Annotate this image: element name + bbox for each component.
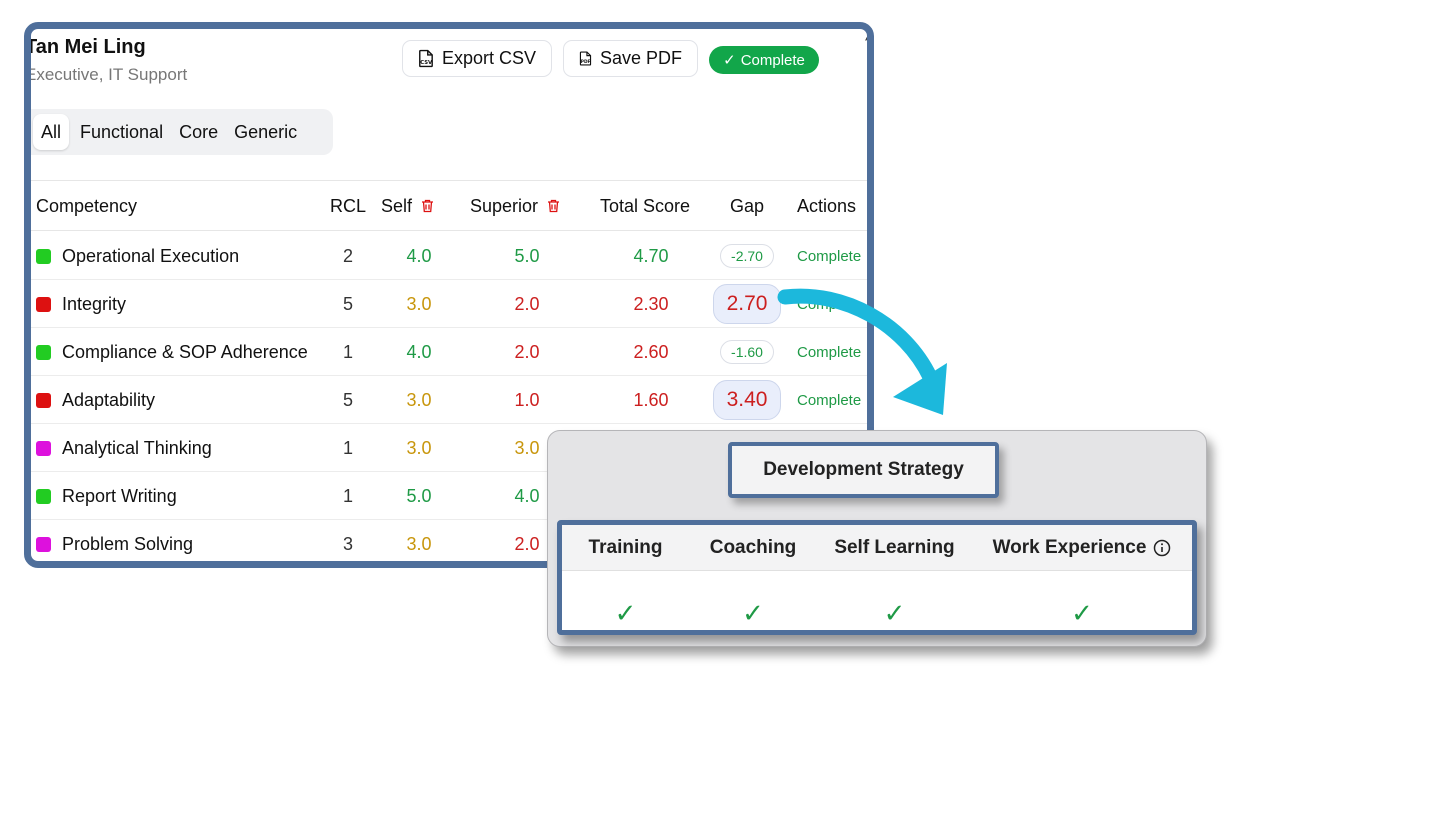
category-dot [36,393,51,408]
check-icon: ✓ [723,52,736,69]
col-superior: Superior [470,181,560,231]
action-status[interactable]: Complete [797,232,867,280]
col-self-label: Self [381,195,413,216]
self-score: 3.0 [406,389,432,410]
gap-badge: 2.70 [712,284,782,324]
self-score: 4.0 [406,245,432,266]
category-dot [36,297,51,312]
competency-name: Adaptability [62,389,156,410]
curved-arrow-icon [777,288,947,415]
self-learning-check[interactable]: ✓ [817,593,972,633]
table-row[interactable]: Integrity 5 3.0 2.0 2.30 2.70 Complete [31,280,867,328]
strategy-header: Training Coaching Self Learning Work Exp… [562,525,1192,571]
csv-file-icon: CSV [419,49,433,68]
category-dot [36,441,51,456]
competency-name: Report Writing [62,485,177,506]
competency-name: Compliance & SOP Adherence [62,341,308,362]
trash-icon[interactable] [421,199,434,213]
self-score: 4.0 [406,341,432,362]
gap-cell: -2.70 [707,232,787,280]
rcl-value: 2 [342,245,353,266]
rcl-value: 5 [342,389,353,410]
rcl-value: 1 [342,437,353,458]
category-dot [36,345,51,360]
competency-name: Operational Execution [62,245,240,266]
training-check[interactable]: ✓ [562,593,689,633]
total-score: 1.60 [633,389,669,410]
col-coaching: Coaching [709,537,797,558]
col-self-learning: Self Learning [834,537,955,558]
development-strategy-card: Development Strategy Training Coaching S… [547,430,1207,647]
status-label: Complete [740,51,805,69]
trash-icon[interactable] [547,199,560,213]
col-total-score: Total Score [600,195,691,216]
self-score: 3.0 [406,533,432,554]
table-row[interactable]: Compliance & SOP Adherence 1 4.0 2.0 2.60 -1.… [31,328,867,376]
save-pdf-button[interactable]: PDF Save PDF [563,40,698,77]
tab-functional[interactable]: Functional [72,114,171,150]
save-pdf-label: Save PDF [599,48,682,68]
total-score: 4.70 [633,245,669,266]
info-icon[interactable] [1153,539,1171,557]
table-row[interactable]: Operational Execution 2 4.0 5.0 4.70 -2.70 Com… [31,232,867,280]
pdf-file-icon: PDF [579,51,592,66]
category-dot [36,249,51,264]
work-experience-check[interactable]: ✓ [972,593,1192,633]
table-row[interactable]: Adaptability 5 3.0 1.0 1.60 3.40 Complete [31,376,867,424]
total-score: 2.30 [633,293,669,314]
col-rcl: RCL [329,195,366,216]
tab-core[interactable]: Core [171,114,226,150]
status-badge: ✓ Complete [709,46,819,74]
col-gap: Gap [729,195,765,216]
superior-score: 5.0 [514,245,540,266]
total-score: 2.60 [633,341,669,362]
superior-score: 2.0 [514,293,540,314]
gap-badge: -2.70 [720,244,774,268]
competency-name: Problem Solving [62,533,194,554]
rcl-value: 1 [342,341,353,362]
development-strategy-title: Development Strategy [728,442,999,498]
tab-generic[interactable]: Generic [226,114,305,150]
svg-text:CSV: CSV [420,60,433,66]
col-competency: Competency [36,195,138,216]
rcl-value: 3 [342,533,353,554]
chevron-up-icon[interactable]: ^ [865,31,867,51]
export-csv-button[interactable]: CSV Export CSV [402,40,552,77]
export-csv-label: Export CSV [441,48,536,68]
col-training: Training [588,537,663,558]
superior-score: 1.0 [514,389,540,410]
col-work-experience-label: Work Experience [992,537,1147,558]
col-superior-label: Superior [470,195,539,216]
self-score: 3.0 [406,293,432,314]
self-score: 5.0 [406,485,432,506]
coaching-check[interactable]: ✓ [689,593,817,633]
category-tabs: All Functional Core Generic [31,109,333,155]
competency-name: Analytical Thinking [62,437,212,458]
col-actions: Actions [797,195,857,216]
gap-badge: 3.40 [712,380,782,420]
gap-badge: -1.60 [720,340,774,364]
self-score: 3.0 [406,437,432,458]
employee-role: Executive, IT Support [31,65,188,84]
table-header: Competency RCL Self Superior Total Score… [31,181,867,231]
rcl-value: 5 [342,293,353,314]
superior-score: 2.0 [514,341,540,362]
competency-name: Integrity [62,293,127,314]
col-work-experience: Work Experience [972,525,1192,571]
col-self: Self [381,181,434,231]
strategy-table: Training Coaching Self Learning Work Exp… [557,520,1197,635]
category-dot [36,537,51,552]
tab-all[interactable]: All [33,114,70,150]
svg-text:PDF: PDF [581,59,591,65]
rcl-value: 1 [342,485,353,506]
category-dot [36,489,51,504]
employee-name: Tan Mei Ling [31,36,146,58]
